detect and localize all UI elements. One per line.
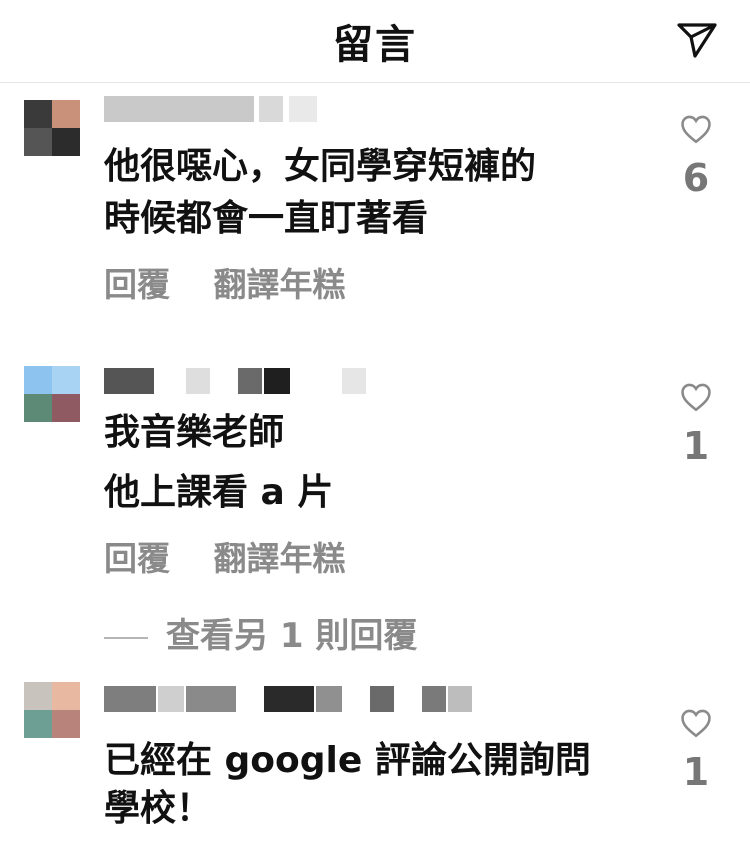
- heart-outline-icon[interactable]: [679, 112, 713, 146]
- send-icon[interactable]: [673, 16, 721, 64]
- like-count: 1: [682, 750, 710, 794]
- page-title: 留言: [333, 22, 417, 68]
- comment-text-line: 學校！: [104, 788, 213, 829]
- avatar[interactable]: [24, 366, 80, 422]
- view-more-replies-label: 查看另 1 則回覆: [166, 616, 418, 656]
- heart-outline-icon[interactable]: [679, 380, 713, 414]
- like-control: 1: [678, 380, 714, 468]
- comment-text-line: 時候都會一直盯著看: [104, 198, 429, 239]
- like-control: 6: [678, 112, 714, 200]
- comment-text-line: 他很噁心，女同學穿短褲的: [104, 146, 537, 187]
- divider-line: [104, 636, 148, 639]
- reply-button[interactable]: 回覆: [104, 265, 170, 304]
- comments-header: 留言: [0, 0, 750, 83]
- reply-button[interactable]: 回覆: [104, 539, 170, 578]
- translate-button[interactable]: 翻譯年糕: [214, 539, 346, 578]
- comment-text-line: 他上課看 a 片: [104, 472, 334, 513]
- comment-actions: 回覆 翻譯年糕: [104, 532, 378, 580]
- like-count: 1: [682, 424, 710, 468]
- comment-text-line: 我音樂老師: [104, 412, 285, 453]
- like-count: 6: [682, 156, 710, 200]
- heart-outline-icon[interactable]: [679, 706, 713, 740]
- avatar[interactable]: [24, 100, 80, 156]
- translate-button[interactable]: 翻譯年糕: [214, 265, 346, 304]
- view-more-replies-button[interactable]: 查看另 1 則回覆: [104, 608, 417, 657]
- avatar[interactable]: [24, 682, 80, 738]
- like-control: 1: [678, 706, 714, 794]
- comment-actions: 回覆 翻譯年糕: [104, 258, 378, 306]
